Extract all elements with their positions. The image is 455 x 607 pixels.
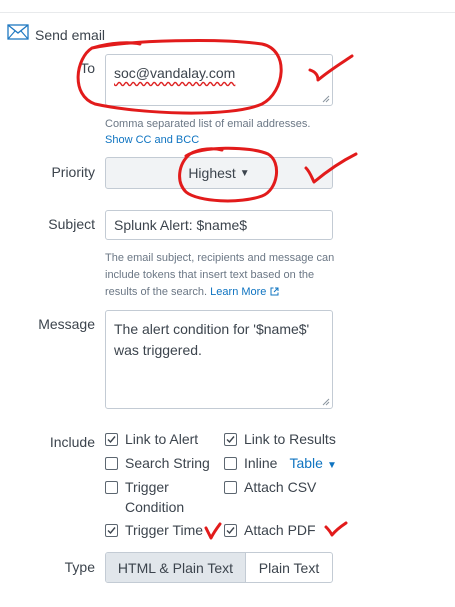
checkbox-label: Trigger Time: [125, 522, 204, 538]
checkbox-unchecked[interactable]: [105, 481, 118, 494]
priority-value: Highest: [188, 165, 236, 181]
to-label: To: [80, 60, 95, 76]
checkbox-label: Link to Results: [244, 431, 336, 447]
checkbox-unchecked[interactable]: [224, 457, 237, 470]
priority-dropdown[interactable]: Highest ▼: [105, 157, 333, 189]
subject-label: Subject: [48, 216, 95, 232]
show-cc-bcc-link[interactable]: Show CC and BCC: [105, 132, 199, 149]
external-link-icon: [270, 287, 278, 296]
type-label: Type: [64, 559, 95, 575]
checkbox-link-to-results[interactable]: Link to Results: [224, 431, 336, 447]
envelope-icon: [7, 24, 29, 45]
checkbox-search-string[interactable]: Search String: [105, 455, 210, 471]
annotation-check-attach-pdf: [324, 521, 348, 537]
checkbox-label: Attach PDF: [244, 522, 316, 538]
checkbox-label: Trigger Condition: [125, 479, 185, 515]
send-email-header: Send email: [7, 24, 105, 45]
message-textarea[interactable]: The alert condition for '$name$' was tri…: [105, 310, 333, 409]
checkbox-checked[interactable]: [105, 524, 118, 537]
checkbox-trigger-time[interactable]: Trigger Time: [105, 522, 203, 538]
caret-down-icon: ▼: [326, 460, 337, 471]
subject-input[interactable]: Splunk Alert: $name$: [105, 210, 333, 240]
message-value: The alert condition for '$name$' was tri…: [114, 321, 310, 358]
inline-format-value: Table: [289, 455, 323, 471]
subject-help-text: The email subject, recipients and messag…: [105, 250, 337, 301]
learn-more-link[interactable]: Learn More: [210, 286, 278, 298]
resize-handle-icon[interactable]: [322, 398, 330, 406]
inline-format-dropdown[interactable]: Table ▼: [289, 455, 336, 471]
checkbox-label: Search String: [125, 455, 210, 471]
include-label: Include: [49, 434, 95, 450]
priority-label: Priority: [51, 164, 95, 180]
annotation-check-trigger-time: [204, 522, 222, 540]
type-option-plain[interactable]: Plain Text: [246, 553, 332, 582]
top-divider: [0, 12, 455, 13]
checkbox-unchecked[interactable]: [105, 457, 118, 470]
to-field[interactable]: soc@vandalay.com: [105, 54, 333, 106]
resize-handle-icon[interactable]: [322, 95, 330, 103]
checkbox-checked[interactable]: [105, 433, 118, 446]
to-help-text: Comma separated list of email addresses.: [105, 118, 311, 130]
message-label: Message: [38, 316, 95, 332]
checkbox-attach-csv[interactable]: Attach CSV: [224, 479, 316, 495]
section-title: Send email: [35, 26, 106, 43]
checkbox-label: Link to Alert: [125, 431, 199, 447]
checkbox-link-to-alert[interactable]: Link to Alert: [105, 431, 198, 447]
checkbox-checked[interactable]: [224, 433, 237, 446]
checkbox-inline[interactable]: Inline Table ▼: [224, 455, 337, 471]
type-option-html-plain[interactable]: HTML & Plain Text: [106, 553, 246, 582]
checkbox-label: Inline: [244, 455, 278, 471]
caret-down-icon: ▼: [239, 167, 250, 179]
subject-value: Splunk Alert: $name$: [114, 217, 248, 233]
checkbox-checked[interactable]: [224, 524, 237, 537]
checkbox-attach-pdf[interactable]: Attach PDF: [224, 522, 316, 538]
learn-more-label: Learn More: [210, 286, 267, 298]
checkbox-unchecked[interactable]: [224, 481, 237, 494]
checkbox-trigger-condition[interactable]: Trigger Condition: [105, 479, 205, 517]
to-value: soc@vandalay.com: [114, 65, 236, 81]
checkbox-label: Attach CSV: [244, 479, 317, 495]
type-segmented-control[interactable]: HTML & Plain Text Plain Text: [105, 552, 333, 583]
